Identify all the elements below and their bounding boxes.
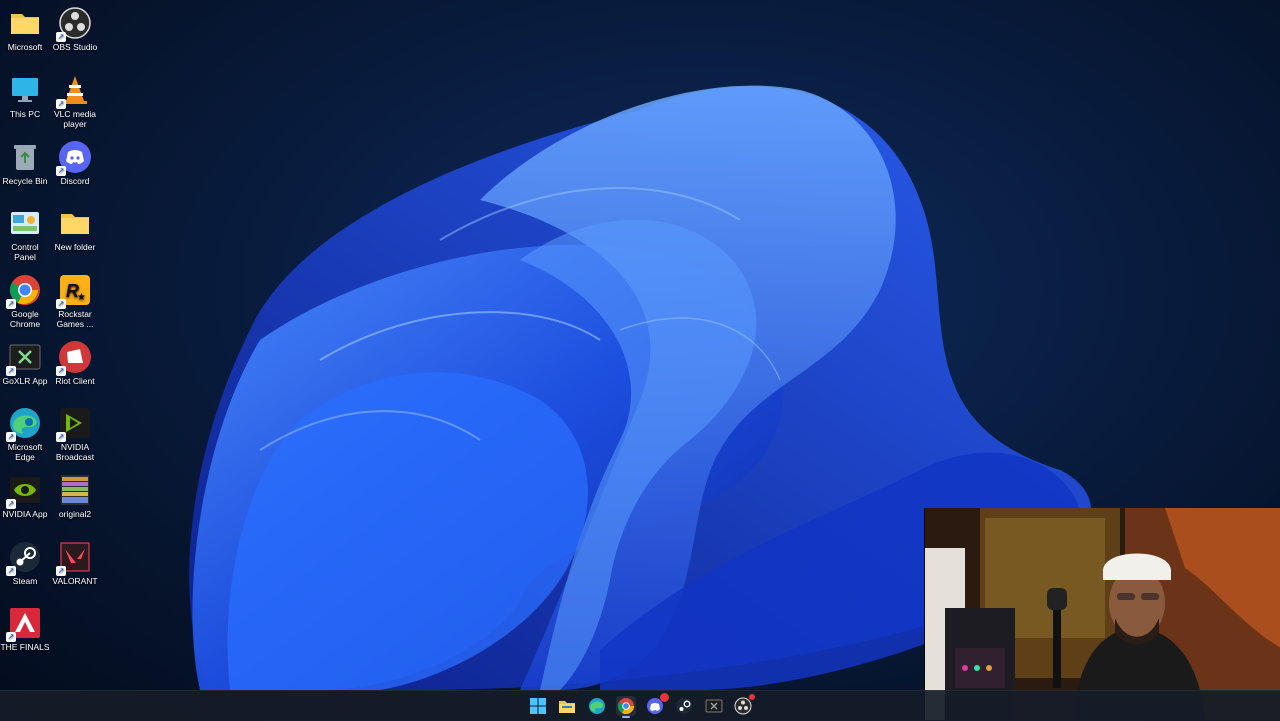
notification-badge [660, 693, 669, 702]
svg-text:★: ★ [77, 292, 86, 303]
desktop-icon-label: Microsoft Edge [7, 442, 43, 462]
taskbar-chrome[interactable] [616, 696, 636, 716]
desktop-icon-recycle-bin[interactable]: Recycle Bin [0, 140, 50, 186]
the-finals-icon: ↗ [6, 606, 42, 642]
edge-icon [589, 698, 605, 714]
taskbar-edge[interactable] [587, 696, 607, 716]
discord-icon: ↗ [56, 140, 92, 176]
desktop-icon-riot-client[interactable]: ↗ Riot Client [50, 340, 100, 386]
recording-indicator [749, 694, 755, 700]
desktop-icon-steam[interactable]: ↗ Steam [0, 540, 50, 586]
goxlr-icon [705, 699, 723, 713]
chrome-active-indicator [622, 716, 630, 718]
desktop-icon-vlc[interactable]: ↗ VLC media player [50, 73, 100, 129]
desktop-icon-obs-studio[interactable]: ↗ OBS Studio [50, 6, 100, 52]
desktop-icon-microsoft[interactable]: Microsoft [0, 6, 50, 52]
desktop-icon-label: NVIDIA Broadcast [55, 442, 95, 462]
desktop-icon-label: This PC [9, 109, 41, 119]
taskbar-steam[interactable] [674, 696, 694, 716]
file-explorer-icon [559, 701, 575, 713]
desktop-icon-label: VALORANT [52, 576, 98, 586]
desktop-icon-label: Riot Client [55, 376, 95, 386]
monitor-icon [8, 73, 42, 107]
webcam-overlay [924, 508, 1280, 720]
desktop-icon-rockstar[interactable]: R ★ ↗ Rockstar Games ... [50, 273, 100, 329]
desktop-icon-nvidia-broadcast[interactable]: ↗ NVIDIA Broadcast [50, 406, 100, 462]
folder-icon [58, 206, 92, 240]
desktop-icon-label: Recycle Bin [2, 176, 48, 186]
desktop-icon-discord[interactable]: ↗ Discord [50, 140, 100, 186]
desktop-icon-label: Microsoft [7, 42, 43, 52]
desktop-icon-nvidia-app[interactable]: ↗ NVIDIA App [0, 473, 50, 519]
desktop-icon-label: New folder [54, 242, 96, 252]
desktop-icon-goxlr[interactable]: ↗ GoXLR App [0, 340, 50, 386]
desktop-icon-label: Discord [60, 176, 90, 186]
start-button[interactable] [528, 696, 548, 716]
desktop-icon-control-panel[interactable]: Control Panel [0, 206, 50, 262]
desktop-icon-label: Google Chrome [9, 309, 41, 329]
folder-icon [8, 6, 42, 40]
desktop-icon-label: Rockstar Games ... [56, 309, 94, 329]
control-panel-icon [8, 206, 42, 240]
taskbar-file-explorer[interactable] [557, 696, 577, 716]
desktop-icon-label: NVIDIA App [2, 509, 48, 519]
desktop-icon-valorant[interactable]: ↗ VALORANT [50, 540, 100, 586]
desktop-icon-google-chrome[interactable]: ↗ Google Chrome [0, 273, 50, 329]
desktop-icon-this-pc[interactable]: This PC [0, 73, 50, 119]
valorant-icon: ↗ [56, 540, 92, 576]
desktop-icon-label: Control Panel [11, 242, 39, 262]
recycle-bin-icon [8, 140, 42, 174]
nvidia-icon: ↗ [6, 473, 42, 509]
desktop-icon-new-folder[interactable]: New folder [50, 206, 100, 252]
taskbar-goxlr[interactable] [704, 696, 724, 716]
desktop-icon-the-finals[interactable]: ↗ THE FINALS [0, 606, 50, 652]
nvidia-broadcast-icon: ↗ [56, 406, 92, 442]
desktop-icon-microsoft-edge[interactable]: ↗ Microsoft Edge [0, 406, 50, 462]
steam-icon: ↗ [6, 540, 42, 576]
taskbar [0, 690, 1280, 721]
obs-icon: ↗ [56, 6, 92, 42]
riot-icon: ↗ [56, 340, 92, 376]
desktop-icon-original2[interactable]: original2 [50, 473, 100, 519]
goxlr-icon: ↗ [6, 340, 42, 376]
vlc-cone-icon: ↗ [56, 73, 92, 109]
obs-icon [734, 697, 752, 715]
webcam-feed-image [925, 508, 1280, 720]
chrome-icon [617, 698, 635, 715]
rockstar-icon: R ★ ↗ [56, 273, 92, 309]
steam-icon [676, 698, 692, 714]
desktop-icon-label: VLC media player [53, 109, 97, 129]
chrome-icon: ↗ [6, 273, 42, 309]
taskbar-obs[interactable] [733, 694, 755, 716]
edge-icon: ↗ [6, 406, 42, 442]
desktop-icon-label: Steam [12, 576, 38, 586]
image-file-icon [58, 473, 92, 507]
desktop-icon-label: OBS Studio [52, 42, 98, 52]
start-icon [530, 698, 546, 714]
desktop-icon-label: THE FINALS [0, 642, 50, 652]
taskbar-discord[interactable] [645, 693, 669, 716]
desktop-icon-label: original2 [58, 509, 92, 519]
desktop-icon-label: GoXLR App [2, 376, 48, 386]
